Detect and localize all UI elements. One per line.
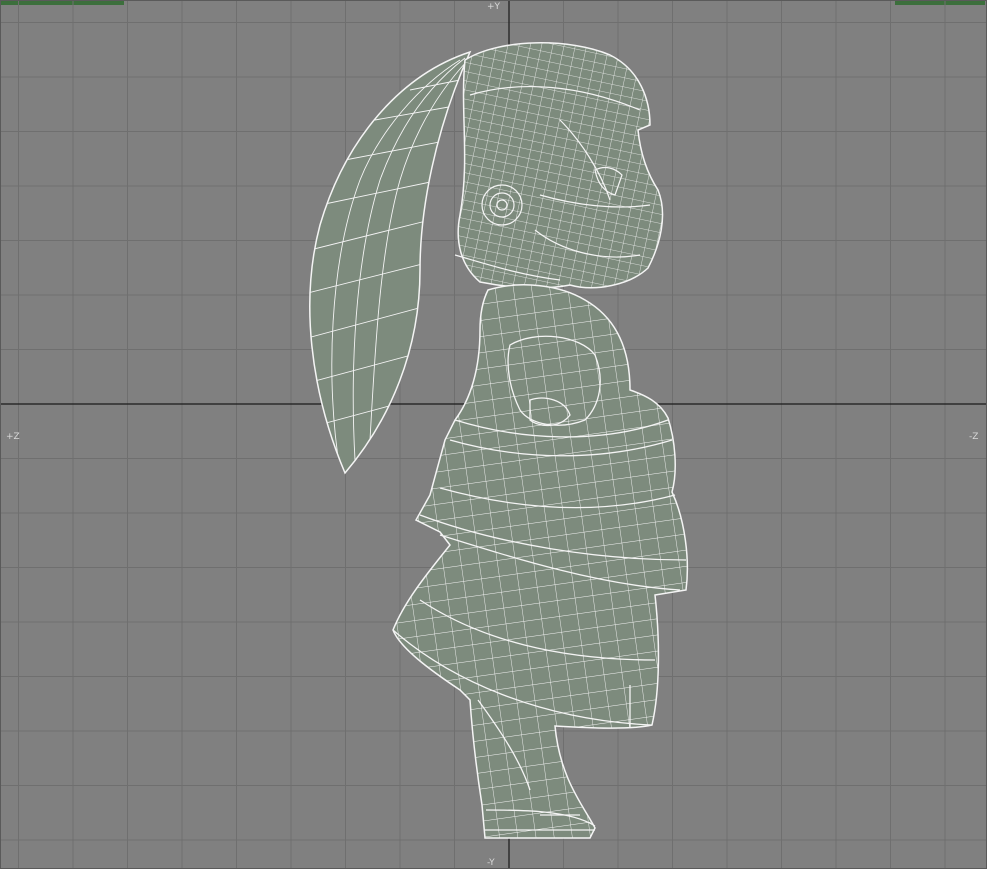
axis-label-pos-y: +Y: [487, 2, 501, 12]
head-mesh[interactable]: [440, 30, 680, 300]
viewport-canvas[interactable]: [0, 0, 987, 869]
axis-label-neg-z: -Z: [969, 432, 979, 442]
character-mesh[interactable]: [300, 30, 700, 850]
axis-label-pos-z: +Z: [6, 432, 20, 442]
modeling-viewport[interactable]: +Y -Y +Z -Z: [0, 0, 987, 869]
axis-label-neg-y: -Y: [487, 858, 495, 868]
hair-mesh[interactable]: [300, 50, 472, 475]
body-mesh[interactable]: [380, 270, 700, 850]
